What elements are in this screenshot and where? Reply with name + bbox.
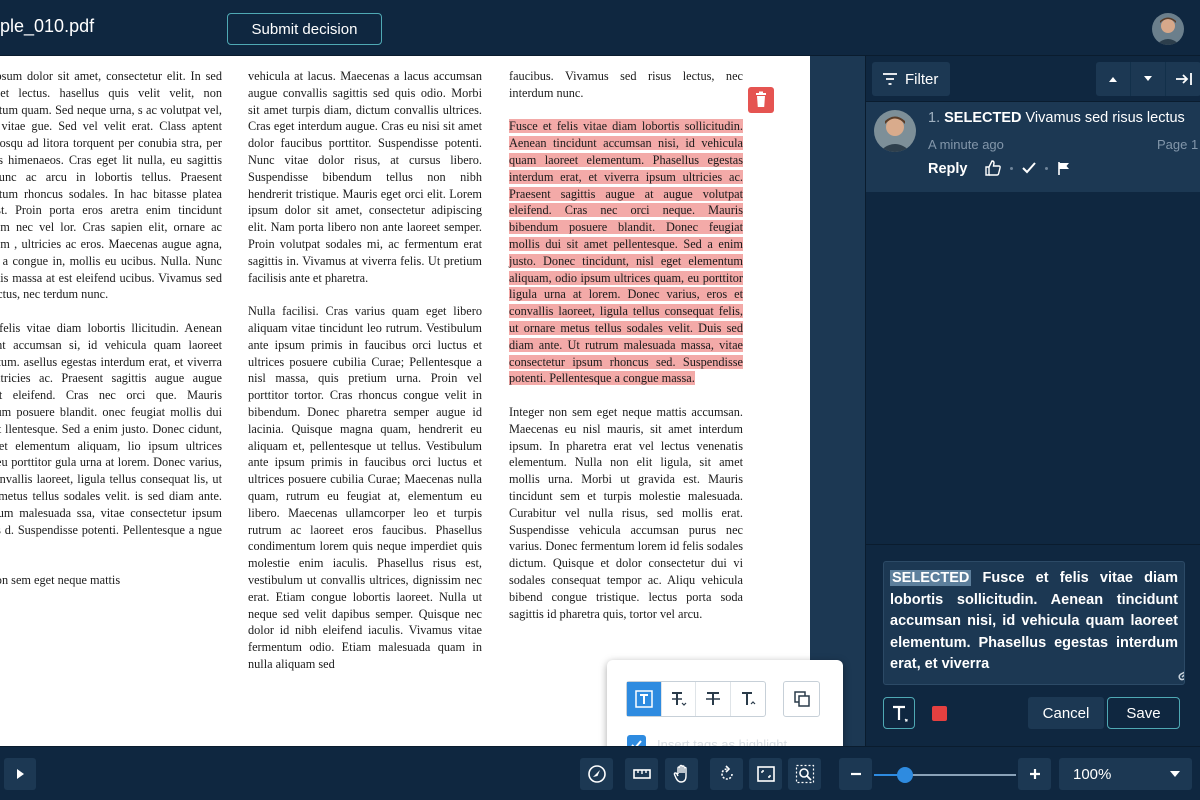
color-swatch: [931, 705, 947, 721]
filter-button[interactable]: Filter: [872, 62, 950, 96]
comment-timestamp: A minute ago: [928, 137, 1004, 152]
fit-screen-icon: [756, 766, 775, 782]
paragraph: teger non sem eget neque mattis: [0, 572, 121, 587]
paragraph: orem ipsum dolor sit amet, consectetur e…: [0, 69, 222, 302]
cancel-button[interactable]: Cancel: [1028, 697, 1104, 729]
bottom-toolbar: 100%: [0, 746, 1200, 800]
text-column-3: faucibus. Vivamus sed risus lectus, nec …: [509, 68, 743, 639]
minus-icon: [850, 772, 861, 776]
play-icon: [17, 769, 24, 779]
top-bar: ple_010.pdf Submit decision: [0, 0, 1200, 56]
chevron-down-icon: [1170, 771, 1180, 777]
zoom-slider-handle[interactable]: [897, 767, 914, 783]
trash-icon: [756, 91, 766, 107]
text-highlight-icon: [635, 690, 653, 708]
comments-panel: Filter 1. SELECTED Vivamus sed risus lec…: [865, 56, 1200, 746]
squiggly-text-button[interactable]: [731, 682, 765, 716]
copy-text-button[interactable]: [783, 681, 820, 717]
delete-annotation-button[interactable]: [748, 87, 774, 113]
save-button[interactable]: Save: [1107, 697, 1180, 729]
text-strikethrough-icon: [705, 692, 720, 705]
underline-text-button[interactable]: [662, 682, 696, 716]
text-squiggly-icon: [741, 692, 756, 705]
comments-panel-header: Filter: [866, 56, 1200, 102]
separator-dot: [1010, 166, 1013, 170]
checkmark-icon: [631, 740, 642, 746]
plus-icon: [1029, 769, 1040, 779]
pdf-page[interactable]: orem ipsum dolor sit amet, consectetur e…: [0, 56, 810, 746]
zoom-level-select[interactable]: 100%: [1059, 758, 1192, 790]
highlight-annotation[interactable]: Fusce et felis vitae diam lobortis solli…: [509, 119, 743, 386]
comment-author-avatar: [874, 110, 916, 152]
caret-up-icon: [1109, 77, 1117, 82]
annotation-type-group: [626, 681, 766, 717]
author-avatar-image: [874, 110, 916, 152]
strikethrough-text-button[interactable]: [696, 682, 731, 716]
comment-text: Vivamus sed risus lectus: [1025, 110, 1185, 126]
navigate-tool-button[interactable]: [580, 758, 613, 790]
paragraph: faucibus. Vivamus sed risus lectus, nec …: [509, 69, 743, 100]
comment-editor-area: SELECTED Fusce et felis vitae diam lobor…: [866, 544, 1200, 746]
comment-tag: SELECTED: [944, 110, 1022, 126]
thumbs-up-icon[interactable]: [984, 159, 1002, 177]
comment-card[interactable]: 1. SELECTED Vivamus sed risus lectus A m…: [866, 102, 1200, 192]
attachment-icon[interactable]: [1176, 667, 1185, 681]
arrow-right-bar-icon: [1175, 73, 1192, 85]
document-title: ple_010.pdf: [0, 16, 95, 36]
zoom-out-button[interactable]: [839, 758, 872, 790]
paragraph: vehicula at lacus. Maecenas a lacus accu…: [248, 69, 482, 285]
zoom-in-button[interactable]: [1018, 758, 1051, 790]
hand-icon: [673, 764, 687, 783]
text-format-button[interactable]: [883, 697, 915, 729]
zoom-slider-track[interactable]: [874, 774, 1016, 776]
highlight-text-button[interactable]: [627, 682, 662, 716]
text-column-2: vehicula at lacus. Maecenas a lacus accu…: [248, 68, 482, 689]
insert-tags-label: Insert tags as highlight: [657, 737, 788, 746]
pan-tool-button[interactable]: [665, 758, 698, 790]
app-window: ple_010.pdf Submit decision orem ipsum d…: [0, 0, 1200, 800]
comment-page: Page 1: [1157, 137, 1199, 152]
comment-number: 1.: [928, 110, 941, 126]
highlighted-paragraph: Fusce et felis vitae diam lobortis solli…: [509, 118, 743, 387]
paragraph: Integer non sem eget neque mattis accums…: [509, 404, 743, 621]
text-color-button[interactable]: [923, 697, 955, 729]
comment-actions: [984, 159, 1072, 177]
paragraph: Nulla facilisi. Cras varius quam eget li…: [248, 304, 482, 671]
text-icon: [893, 705, 908, 722]
separator-dot: [1045, 166, 1048, 170]
user-avatar-image: [1152, 13, 1184, 45]
zoom-level-value: 100%: [1073, 765, 1112, 783]
zoom-area-icon: [795, 764, 814, 784]
user-avatar[interactable]: [1152, 13, 1184, 45]
flag-icon[interactable]: [1056, 160, 1072, 176]
submit-decision-button[interactable]: Submit decision: [227, 13, 382, 45]
text-column-1: orem ipsum dolor sit amet, consectetur e…: [0, 68, 222, 606]
collapse-panel-button[interactable]: [1166, 62, 1200, 96]
filter-label: Filter: [905, 70, 939, 88]
paragraph: sce et felis vitae diam lobortis llicitu…: [0, 320, 222, 537]
insert-tags-checkbox[interactable]: [627, 735, 646, 746]
next-comment-button[interactable]: [1131, 62, 1166, 96]
reply-button[interactable]: Reply: [928, 161, 968, 177]
previous-comment-button[interactable]: [1096, 62, 1131, 96]
text-underline-icon: [672, 692, 687, 706]
rotate-icon: [720, 765, 733, 780]
compass-icon: [587, 765, 606, 783]
rotate-button[interactable]: [710, 758, 743, 790]
ruler-icon: [632, 769, 651, 779]
copy-icon: [793, 691, 810, 707]
caret-down-icon: [1144, 76, 1152, 81]
filter-icon: [883, 73, 897, 85]
document-viewer[interactable]: orem ipsum dolor sit amet, consectetur e…: [0, 56, 865, 746]
expand-sidebar-button[interactable]: [4, 758, 36, 790]
comment-editor[interactable]: SELECTED Fusce et felis vitae diam lobor…: [883, 561, 1185, 685]
zoom-select-area-button[interactable]: [788, 758, 821, 790]
editor-tag: SELECTED: [890, 570, 972, 586]
comment-title: 1. SELECTED Vivamus sed risus lectus: [928, 110, 1185, 126]
resolve-check-icon[interactable]: [1021, 160, 1037, 176]
comment-navigation: [1096, 62, 1200, 96]
fit-page-button[interactable]: [749, 758, 782, 790]
annotation-toolbar-popup: Insert tags as highlight: [607, 660, 843, 746]
measure-tool-button[interactable]: [625, 758, 658, 790]
